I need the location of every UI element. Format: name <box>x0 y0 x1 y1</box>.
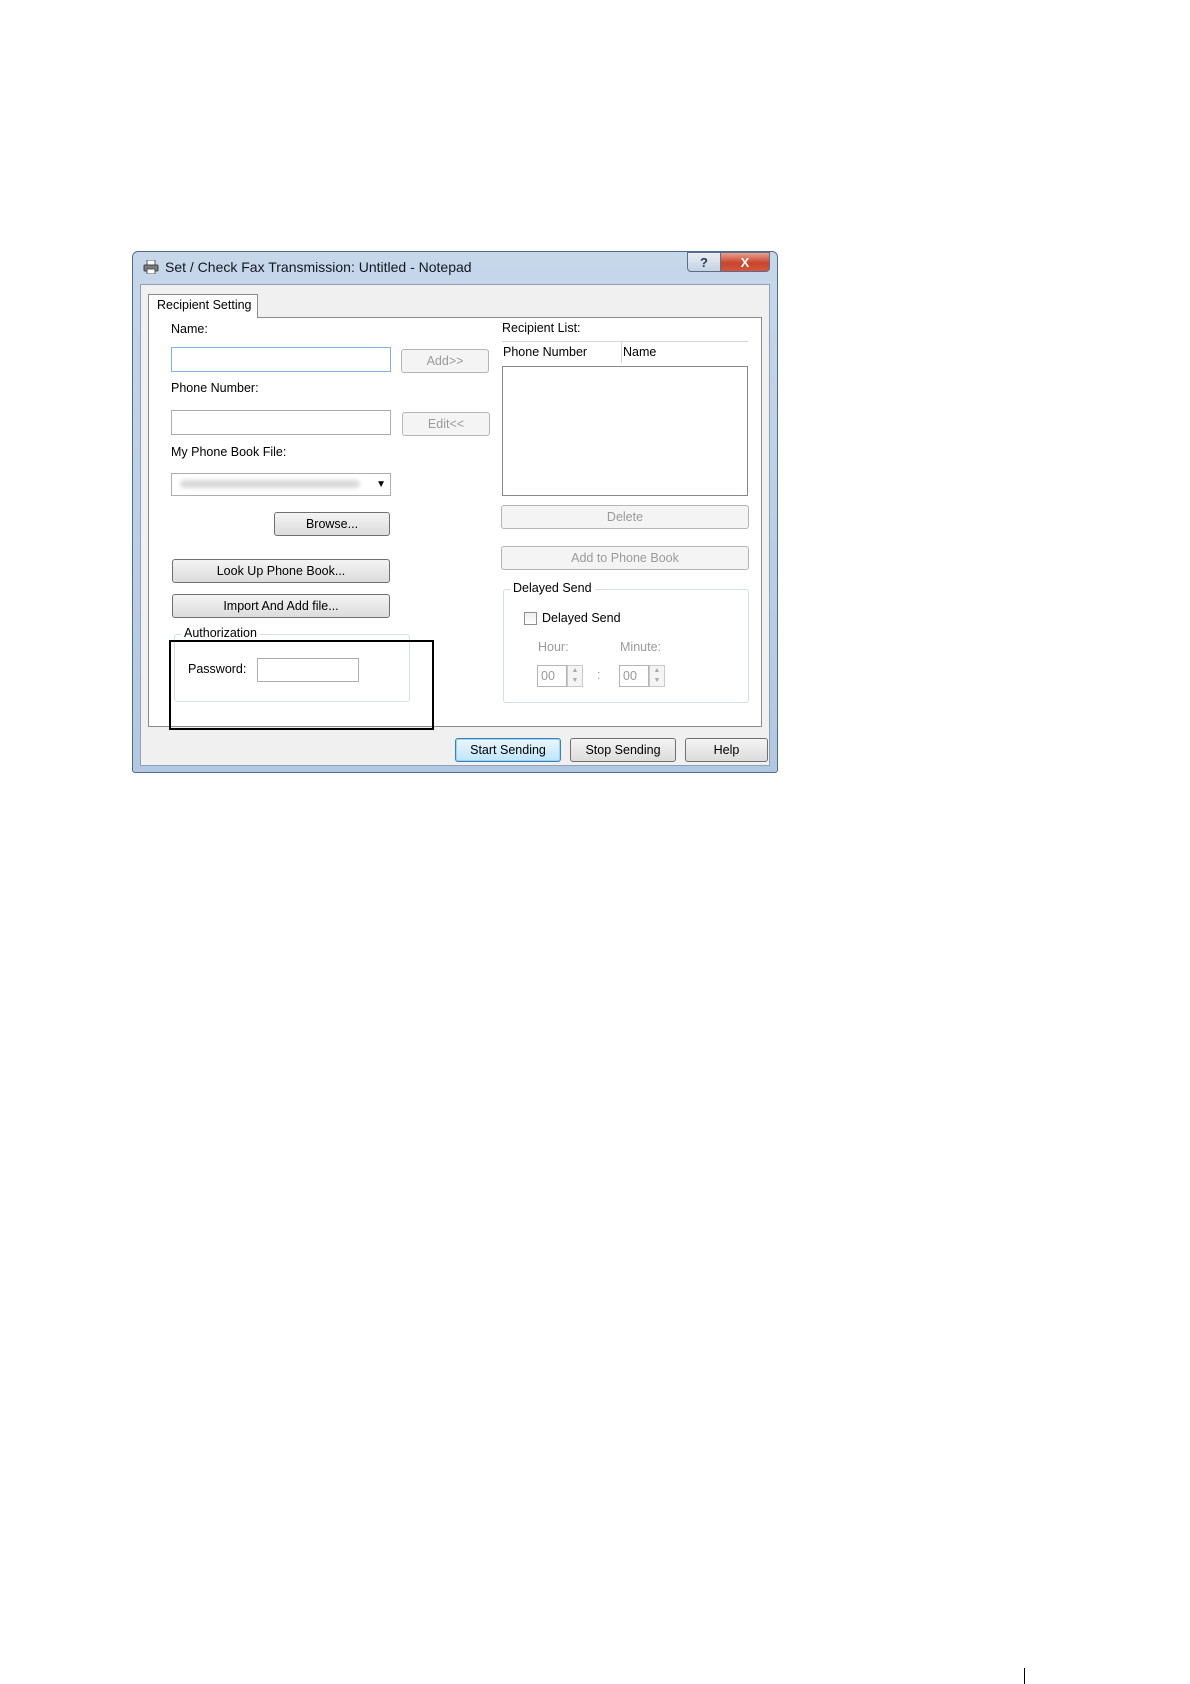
hour-label: Hour: <box>538 640 569 654</box>
help-button[interactable]: Help <box>685 738 768 762</box>
title-bar[interactable]: Set / Check Fax Transmission: Untitled -… <box>133 252 777 282</box>
name-label: Name: <box>171 322 208 336</box>
authorization-title: Authorization <box>181 626 260 640</box>
minute-label: Minute: <box>620 640 661 654</box>
question-icon: ? <box>700 254 708 270</box>
phone-book-file-select[interactable]: ▼ <box>171 473 391 496</box>
tab-recipient-setting[interactable]: Recipient Setting <box>148 294 258 318</box>
minute-input[interactable]: 00 <box>619 665 649 687</box>
page-margin-mark <box>1024 1668 1025 1684</box>
hour-spinner[interactable]: ▲ ▼ <box>567 665 583 687</box>
stop-sending-button[interactable]: Stop Sending <box>570 738 676 762</box>
title-close-button[interactable]: X <box>720 252 770 272</box>
minute-spinner[interactable]: ▲ ▼ <box>649 665 665 687</box>
spin-down-icon[interactable]: ▼ <box>568 676 582 686</box>
delayed-send-checkbox-label[interactable]: Delayed Send <box>542 611 621 625</box>
column-header-name[interactable]: Name <box>623 345 656 359</box>
phone-book-file-label: My Phone Book File: <box>171 445 287 459</box>
title-help-button[interactable]: ? <box>687 252 721 272</box>
phone-number-input[interactable] <box>171 410 391 435</box>
phone-number-label: Phone Number: <box>171 381 259 395</box>
delayed-send-group: Delayed Send Delayed Send Hour: Minute: … <box>503 581 749 703</box>
chevron-down-icon[interactable]: ▼ <box>376 479 386 490</box>
authorization-highlight-box <box>169 640 434 730</box>
add-button[interactable]: Add>> <box>401 349 489 373</box>
spin-up-icon[interactable]: ▲ <box>568 666 582 676</box>
import-and-add-file-button[interactable]: Import And Add file... <box>172 594 390 618</box>
printer-icon <box>143 260 159 274</box>
recipient-list-header: Phone Number Name <box>502 341 748 364</box>
spin-down-icon[interactable]: ▼ <box>650 676 664 686</box>
recipient-list-label: Recipient List: <box>502 321 581 335</box>
start-sending-button[interactable]: Start Sending <box>455 738 561 762</box>
time-separator: : <box>597 668 601 682</box>
browse-button[interactable]: Browse... <box>274 512 390 536</box>
column-divider[interactable] <box>621 342 622 363</box>
recipient-list-box[interactable] <box>502 366 748 496</box>
hour-input[interactable]: 00 <box>537 665 567 687</box>
delayed-send-checkbox[interactable] <box>524 612 537 625</box>
look-up-phone-book-button[interactable]: Look Up Phone Book... <box>172 559 390 583</box>
column-header-phone-number[interactable]: Phone Number <box>503 345 587 359</box>
delayed-send-title: Delayed Send <box>510 581 595 595</box>
edit-button[interactable]: Edit<< <box>402 412 490 436</box>
add-to-phone-book-button[interactable]: Add to Phone Book <box>501 546 749 570</box>
redacted-file-path <box>180 480 360 488</box>
window-title: Set / Check Fax Transmission: Untitled -… <box>165 259 472 275</box>
delete-button[interactable]: Delete <box>501 505 749 529</box>
name-input[interactable] <box>171 347 391 372</box>
close-icon: X <box>740 254 750 270</box>
spin-up-icon[interactable]: ▲ <box>650 666 664 676</box>
